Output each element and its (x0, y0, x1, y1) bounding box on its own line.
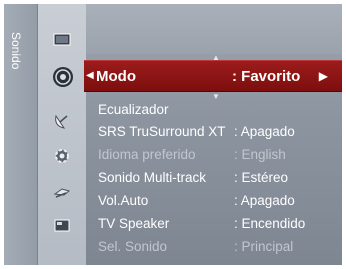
menu-item-value: : Apagado (234, 124, 295, 139)
selected-item-label: Modo (96, 68, 136, 85)
menu-item-label: Vol.Auto (98, 193, 149, 208)
satellite-dish-icon[interactable] (52, 112, 72, 132)
input-icon[interactable] (52, 182, 72, 202)
sidebar-tab[interactable]: Sonido (4, 4, 38, 265)
menu-item-value: : Estéreo (234, 170, 289, 185)
menu-item-value: : Encendido (234, 216, 306, 231)
gear-icon[interactable] (52, 146, 72, 166)
menu-item-label: Ecualizador (98, 102, 169, 117)
menu-item-label: Sel. Sonido (98, 239, 168, 254)
tv-menu-screen: Sonido ▲ ◀ Modo : Favorito ▶ ▼ Ecualizad… (4, 4, 342, 265)
menu-item-value: : Principal (234, 239, 294, 254)
menu-item[interactable]: SRS TruSurround XT : Apagado (98, 124, 338, 144)
menu-item[interactable]: Vol.Auto : Apagado (98, 193, 338, 213)
category-icon-column (38, 4, 86, 265)
menu-header-band (86, 4, 342, 54)
sound-icon[interactable] (52, 66, 73, 87)
selected-menu-item[interactable]: ◀ Modo : Favorito ▶ (84, 60, 342, 92)
menu-item-label: SRS TruSurround XT (98, 124, 226, 139)
selected-item-value: : Favorito (232, 68, 301, 85)
menu-item[interactable]: Sonido Multi-track : Estéreo (98, 170, 338, 190)
sidebar-tab-text: Sonido (9, 32, 23, 70)
left-arrow-icon: ◀ (86, 70, 94, 81)
menu-content: ▲ ◀ Modo : Favorito ▶ ▼ Ecualizador SRS … (84, 4, 342, 265)
menu-item-value: : English (234, 147, 286, 162)
menu-item-label: Sonido Multi-track (98, 170, 207, 185)
menu-item-disabled: Sel. Sonido : Principal (98, 239, 338, 259)
scroll-down-icon: ▼ (212, 92, 220, 101)
app-icon[interactable] (52, 216, 72, 236)
menu-item-label: TV Speaker (98, 216, 170, 231)
menu-item[interactable]: Ecualizador (98, 102, 338, 122)
menu-item[interactable]: TV Speaker : Encendido (98, 216, 338, 236)
picture-icon[interactable] (52, 30, 72, 50)
menu-item-value: : Apagado (234, 193, 295, 208)
right-arrow-icon[interactable]: ▶ (319, 69, 328, 83)
menu-item-label: Idioma preferido (98, 147, 196, 162)
menu-item-disabled: Idioma preferido : English (98, 147, 338, 167)
sidebar-tab-label: Sonido (9, 32, 27, 112)
